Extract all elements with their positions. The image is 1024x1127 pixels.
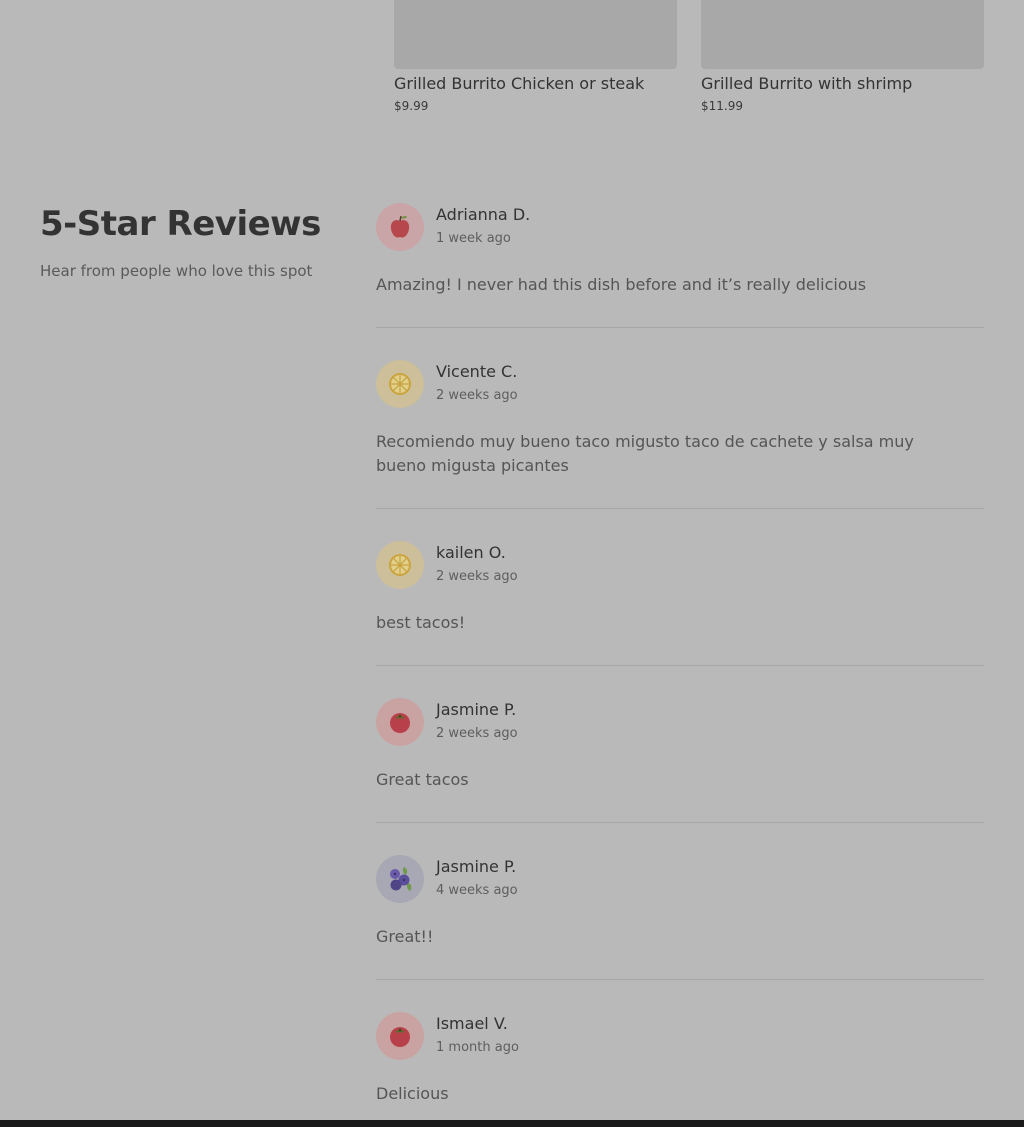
reviewer-name: Vicente C. xyxy=(436,362,518,381)
avatar xyxy=(376,203,424,251)
avatar xyxy=(376,698,424,746)
review-divider xyxy=(376,822,984,823)
tomato-icon xyxy=(390,713,410,733)
menu-item-card[interactable]: Grilled Burrito Chicken or steak $9.99 xyxy=(394,0,677,113)
review-time: 2 weeks ago xyxy=(436,726,518,741)
reviewer-name: Jasmine P. xyxy=(436,857,517,876)
reviews-header: 5-Star Reviews Hear from people who love… xyxy=(40,202,340,280)
avatar xyxy=(376,360,424,408)
bottom-bar xyxy=(0,1120,1024,1127)
reviewer-name: Ismael V. xyxy=(436,1014,508,1033)
lemon-slice-icon xyxy=(389,554,411,576)
reviewer-name: kailen O. xyxy=(436,543,506,562)
review-time: 2 weeks ago xyxy=(436,569,518,584)
review-divider xyxy=(376,665,984,666)
reviews-title: 5-Star Reviews xyxy=(40,204,321,244)
reviews-subtitle: Hear from people who love this spot xyxy=(40,262,313,280)
menu-item-name: Grilled Burrito with shrimp xyxy=(701,74,913,93)
review-time: 1 month ago xyxy=(436,1040,519,1055)
blueberries-icon xyxy=(390,867,412,891)
avatar xyxy=(376,541,424,589)
review-time: 2 weeks ago xyxy=(436,388,518,403)
avatar xyxy=(376,855,424,903)
apple-icon xyxy=(390,215,410,238)
review-text: Delicious xyxy=(376,1084,449,1103)
review-text: Amazing! I never had this dish before an… xyxy=(376,275,867,294)
review-text: Great!! xyxy=(376,927,434,946)
tomato-icon xyxy=(390,1027,410,1047)
review-time: 1 week ago xyxy=(436,231,511,246)
review-divider xyxy=(376,508,984,509)
reviewer-name: Adrianna D. xyxy=(436,205,531,224)
menu-item-image xyxy=(394,0,677,69)
menu-item-name: Grilled Burrito Chicken or steak xyxy=(394,74,645,93)
review-text: Great tacos xyxy=(376,770,469,789)
review-text: Recomiendo muy bueno taco migusto taco d… xyxy=(376,432,914,475)
lemon-slice-icon xyxy=(389,373,411,395)
menu-item-price: $11.99 xyxy=(701,99,743,113)
review-divider xyxy=(376,979,984,980)
avatar xyxy=(376,1012,424,1060)
menu-item-image xyxy=(701,0,984,69)
review-divider xyxy=(376,327,984,328)
reviewer-name: Jasmine P. xyxy=(436,700,517,719)
menu-item-card[interactable]: Grilled Burrito with shrimp $11.99 xyxy=(701,0,984,113)
menu-item-price: $9.99 xyxy=(394,99,429,113)
review-time: 4 weeks ago xyxy=(436,883,518,898)
review-text: best tacos! xyxy=(376,613,466,632)
